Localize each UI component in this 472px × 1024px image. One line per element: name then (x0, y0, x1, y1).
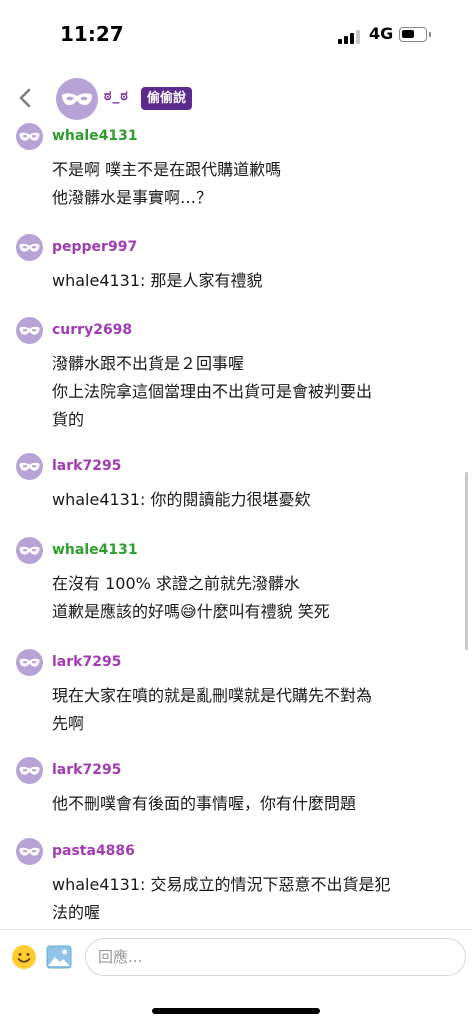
mask-icon (19, 462, 40, 471)
mask-icon (19, 243, 40, 252)
comment-text-line: 道歉是應該的好嗎😅什麼叫有禮貌 笑死 (52, 602, 330, 621)
commenter-avatar[interactable] (16, 537, 43, 564)
comment-text-line: 現在大家在噴的就是亂刪噗就是代購先不對為 (52, 686, 373, 705)
network-type: 4G (369, 24, 394, 43)
commenter-username[interactable]: pepper997 (52, 239, 137, 255)
comment-text-line: 貨的 (52, 410, 85, 429)
commenter-username[interactable]: pasta4886 (52, 843, 135, 859)
commenter-avatar[interactable] (16, 123, 43, 150)
image-upload-icon[interactable] (46, 945, 72, 969)
qualifier-badge: 偷偷說 (141, 87, 193, 110)
poster-name[interactable]: ಠ_ಠ (104, 88, 129, 104)
commenter-username[interactable]: lark7295 (52, 654, 121, 670)
mask-icon (19, 132, 40, 141)
divider (0, 929, 472, 930)
header: ಠ_ಠ 偷偷說 (0, 74, 472, 124)
comment-text-line: whale4131: 交易成立的情況下惡意不出貨是犯 (52, 875, 391, 894)
commenter-username[interactable]: whale4131 (52, 128, 138, 144)
comment-text-line: 你上法院拿這個當理由不出貨可是會被判要出 (52, 382, 373, 401)
reply-input[interactable] (85, 938, 466, 976)
commenter-avatar[interactable] (16, 234, 43, 261)
battery-icon (399, 27, 431, 42)
comment-text-line: 不是啊 噗主不是在跟代購道歉嗎 (52, 160, 282, 179)
comment-text-line: 在沒有 100% 求證之前就先潑髒水 (52, 574, 300, 593)
poster-avatar[interactable] (56, 78, 98, 120)
commenter-username[interactable]: curry2698 (52, 322, 132, 338)
comment-text-line: 他潑髒水是事實啊…？ (52, 188, 213, 207)
comment-text-line: 先啊 (52, 714, 85, 733)
comment-text-line: 法的喔 (52, 903, 101, 922)
commenter-avatar[interactable] (16, 757, 43, 784)
mask-icon (19, 658, 40, 667)
mask-icon (19, 766, 40, 775)
commenter-username[interactable]: lark7295 (52, 762, 121, 778)
mask-icon (19, 546, 40, 555)
status-bar: 11:27 4G (0, 0, 472, 66)
commenter-username[interactable]: lark7295 (52, 458, 121, 474)
comment-text-line: whale4131: 那是人家有禮貌 (52, 271, 263, 290)
commenter-avatar[interactable] (16, 838, 43, 865)
mask-icon (62, 93, 92, 106)
commenter-avatar[interactable] (16, 649, 43, 676)
home-indicator[interactable] (152, 1008, 320, 1014)
status-time: 11:27 (60, 22, 124, 46)
comment-text-line: 潑髒水跟不出貨是２回事喔 (52, 354, 245, 373)
mask-icon (19, 326, 40, 335)
signal-icon (338, 28, 364, 44)
mask-icon (19, 847, 40, 856)
back-arrow-icon[interactable] (14, 86, 38, 110)
commenter-avatar[interactable] (16, 453, 43, 480)
emoji-icon[interactable] (11, 944, 37, 970)
scrollbar[interactable] (465, 472, 468, 650)
commenter-avatar[interactable] (16, 317, 43, 344)
commenter-username[interactable]: whale4131 (52, 542, 138, 558)
comment-text-line: whale4131: 你的閱讀能力很堪憂欸 (52, 490, 311, 509)
comment-text-line: 他不刪噗會有後面的事情喔，你有什麼問題 (52, 794, 357, 813)
